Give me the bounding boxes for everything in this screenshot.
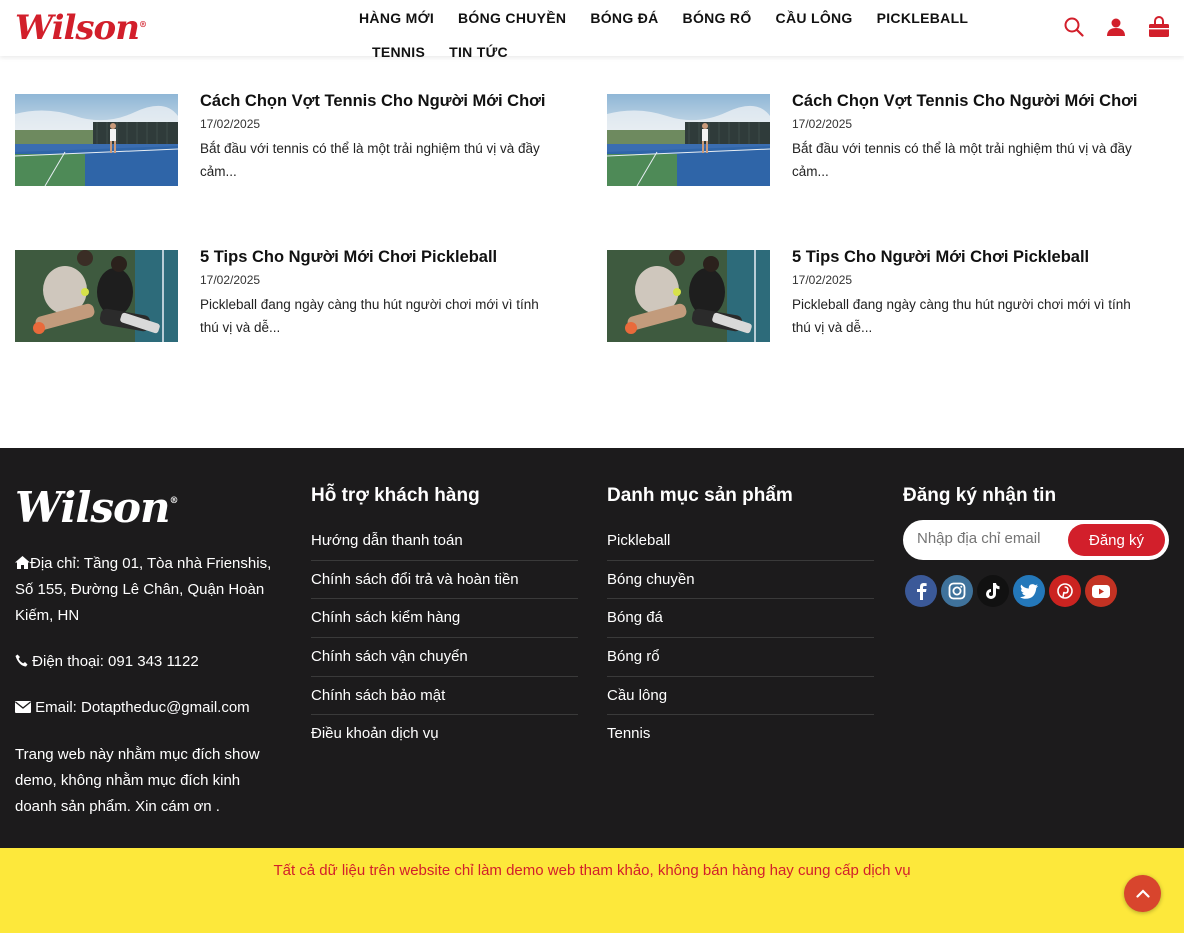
nav-item-bong-da[interactable]: BÓNG ĐÁ [590, 9, 658, 27]
nav-item-bong-chuyen[interactable]: BÓNG CHUYỀN [458, 9, 566, 27]
support-link[interactable]: Điều khoản dịch vụ [311, 715, 578, 754]
support-link[interactable]: Chính sách đổi trả và hoàn tiền [311, 561, 578, 600]
user-icon[interactable] [1106, 17, 1126, 37]
nav-item-tennis[interactable]: TENNIS [372, 43, 425, 61]
nav-item-hang-moi[interactable]: HÀNG MỚI [359, 9, 434, 27]
footer-phone: Điện thoại: 091 343 1122 [15, 649, 285, 675]
support-link[interactable]: Chính sách vận chuyển [311, 638, 578, 677]
instagram-icon[interactable] [941, 575, 973, 607]
phone-icon [15, 653, 28, 670]
post-excerpt: Pickleball đang ngày càng thu hút người … [200, 297, 539, 335]
post-card[interactable]: Cách Chọn Vợt Tennis Cho Người Mới Chơi … [15, 92, 575, 189]
post-thumbnail-tennis[interactable] [607, 94, 770, 186]
nav-item-cau-long[interactable]: CẦU LÔNG [776, 9, 853, 27]
bottom-notice-bar: Tất cả dữ liệu trên website chỉ làm demo… [0, 848, 1184, 933]
post-card[interactable]: 5 Tips Cho Người Mới Chơi Pickleball 17/… [607, 248, 1167, 345]
nav-item-pickleball[interactable]: PICKLEBALL [877, 9, 969, 27]
footer-note: Trang web này nhằm mục đích show demo, k… [15, 746, 260, 815]
post-date: 17/02/2025 [792, 117, 853, 131]
pinterest-icon[interactable] [1049, 575, 1081, 607]
footer-logo-text: Wilson [15, 483, 171, 532]
home-icon [15, 555, 30, 572]
twitter-icon[interactable] [1013, 575, 1045, 607]
post-excerpt: Pickleball đang ngày càng thu hút người … [792, 297, 1131, 335]
facebook-icon[interactable] [905, 575, 937, 607]
post-excerpt: Bắt đầu với tennis có thể là một trải ng… [200, 141, 540, 179]
subscribe-button[interactable]: Đăng ký [1068, 524, 1165, 556]
search-icon[interactable] [1064, 17, 1084, 37]
footer-logo[interactable]: Wilson® [15, 482, 179, 532]
newsletter-form: Đăng ký [903, 520, 1169, 560]
post-thumbnail-tennis[interactable] [15, 94, 178, 186]
support-link[interactable]: Hướng dẫn thanh toán [311, 522, 578, 561]
category-link[interactable]: Bóng chuyền [607, 561, 874, 600]
site-logo[interactable]: Wilson® [15, 8, 147, 48]
footer-email: Email: Dotaptheduc@gmail.com [15, 695, 285, 721]
nav-item-tin-tuc[interactable]: TIN TỨC [449, 43, 508, 61]
logo-text: Wilson [15, 8, 140, 48]
category-link[interactable]: Pickleball [607, 522, 874, 561]
support-heading: Hỗ trợ khách hàng [311, 485, 480, 506]
category-link[interactable]: Bóng rổ [607, 638, 874, 677]
support-link[interactable]: Chính sách bảo mật [311, 677, 578, 716]
category-link[interactable]: Tennis [607, 715, 874, 754]
post-title[interactable]: 5 Tips Cho Người Mới Chơi Pickleball [792, 248, 1089, 267]
envelope-icon [15, 699, 31, 716]
site-header: Wilson® HÀNG MỚI BÓNG CHUYỀN BÓNG ĐÁ BÓNG R… [0, 0, 1184, 60]
tiktok-icon[interactable] [977, 575, 1009, 607]
chevron-up-icon [1135, 885, 1150, 903]
post-title[interactable]: Cách Chọn Vợt Tennis Cho Người Mới Chơi [792, 92, 1137, 111]
post-excerpt: Bắt đầu với tennis có thể là một trải ng… [792, 141, 1132, 179]
bottom-notice-text: Tất cả dữ liệu trên website chỉ làm demo… [273, 862, 911, 879]
post-card[interactable]: Cách Chọn Vợt Tennis Cho Người Mới Chơi … [607, 92, 1167, 189]
email-input[interactable] [917, 530, 1067, 547]
footer-support: Hỗ trợ khách hàng Hướng dẫn thanh toán C… [311, 484, 578, 754]
categories-heading: Danh mục sản phẩm [607, 485, 793, 506]
category-link[interactable]: Bóng đá [607, 599, 874, 639]
post-thumbnail-pickleball[interactable] [607, 250, 770, 342]
post-card[interactable]: 5 Tips Cho Người Mới Chơi Pickleball 17/… [15, 248, 575, 345]
footer-address: Địa chỉ: Tầng 01, Tòa nhà Frienshis, Số … [15, 555, 272, 624]
category-link[interactable]: Cầu lông [607, 677, 874, 716]
post-date: 17/02/2025 [200, 117, 261, 131]
newsletter-heading: Đăng ký nhận tin [903, 485, 1057, 506]
post-title[interactable]: 5 Tips Cho Người Mới Chơi Pickleball [200, 248, 497, 267]
post-thumbnail-pickleball[interactable] [15, 250, 178, 342]
footer-newsletter: Đăng ký nhận tin [903, 484, 1170, 522]
nav-item-bong-ro[interactable]: BÓNG RỔ [683, 9, 752, 27]
youtube-icon[interactable] [1085, 575, 1117, 607]
post-title[interactable]: Cách Chọn Vợt Tennis Cho Người Mới Chơi [200, 92, 545, 111]
post-date: 17/02/2025 [792, 273, 853, 287]
support-link[interactable]: Chính sách kiểm hàng [311, 599, 578, 639]
post-date: 17/02/2025 [200, 273, 261, 287]
site-footer: Wilson® Địa chỉ: Tầng 01, Tòa nhà Friens… [0, 448, 1184, 848]
footer-categories: Danh mục sản phẩm Pickleball Bóng chuyền… [607, 484, 874, 754]
back-to-top-button[interactable] [1124, 875, 1161, 912]
shopping-bag-icon[interactable] [1148, 16, 1170, 38]
social-links [905, 575, 1117, 607]
